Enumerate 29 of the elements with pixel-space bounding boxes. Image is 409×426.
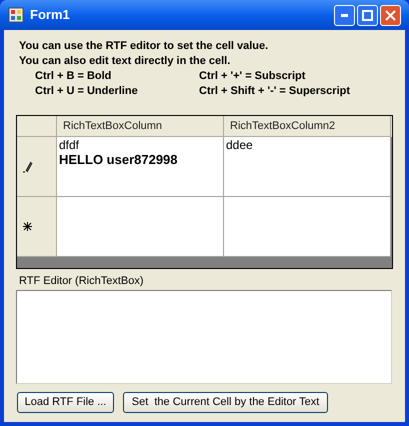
minimize-button[interactable]: [334, 4, 355, 26]
maximize-icon: [362, 10, 373, 20]
row-header[interactable]: [17, 137, 57, 197]
action-button[interactable]: Set the Current Cell by the Editor Text: [123, 392, 328, 413]
action-button[interactable]: Load RTF File ...: [17, 392, 114, 413]
shortcut-text: Ctrl + Shift + '-' = Superscript: [199, 84, 352, 99]
maximize-button[interactable]: [357, 4, 378, 26]
shortcut-text: Ctrl + B = Bold: [35, 69, 112, 84]
table-cell[interactable]: [57, 197, 224, 257]
minimize-icon: [341, 14, 348, 16]
row-header[interactable]: [17, 197, 57, 257]
table-cell[interactable]: ddee: [224, 137, 391, 197]
cell-text: ddee: [226, 138, 253, 152]
instruction-text: You can use the RTF editor to set the cell value.: [19, 39, 270, 54]
pencil-icon: [23, 160, 33, 172]
instruction-text: You can also edit text directly in the cell.: [19, 54, 232, 69]
asterisk-icon: [23, 222, 32, 231]
app-icon: [8, 7, 24, 23]
close-button[interactable]: [380, 4, 401, 26]
rich-text-editor[interactable]: [16, 290, 392, 384]
window-title: Form1: [30, 6, 71, 24]
shortcut-text: Ctrl + U = Underline: [35, 84, 139, 99]
shortcut-text: Ctrl + '+' = Subscript: [199, 69, 306, 84]
close-icon: [385, 10, 396, 20]
editor-label: RTF Editor (RichTextBox): [19, 274, 144, 288]
cell-text: HELLO user872998: [59, 152, 178, 167]
table-cell[interactable]: [224, 197, 391, 257]
cell-text: dfdf: [59, 138, 80, 152]
table-cell[interactable]: dfdf HELLO user872998: [57, 137, 224, 197]
